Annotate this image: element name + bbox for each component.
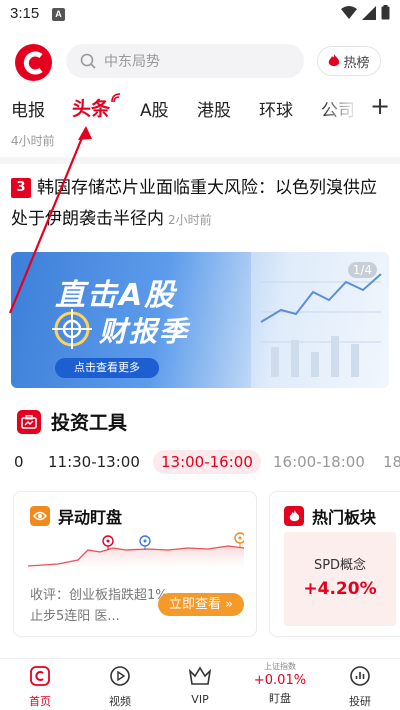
card-title: 热门板块 — [312, 508, 377, 527]
hot-list-label: 热榜 — [343, 55, 370, 71]
hot-list-button[interactable]: 热榜 — [317, 46, 381, 76]
notification-icon: A — [52, 8, 65, 21]
news-item[interactable]: 3 韩国存储芯片业面临重大风险：以色列溴供应处于伊朗袭击半径内 2小时前 — [11, 173, 391, 236]
banner-more-button[interactable]: 点击查看更多 — [55, 358, 159, 378]
nav-vip-label: VIP — [191, 693, 209, 706]
header: 中东局势 热榜 — [0, 40, 400, 84]
index-change: +0.01% — [253, 673, 307, 688]
search-placeholder: 中东局势 — [104, 54, 160, 70]
previous-item-time: 4小时前 — [11, 134, 55, 148]
hot-sectors-card[interactable]: 热门板块 SPD概念 +4.20% — [269, 491, 400, 637]
add-tab-button[interactable]: + — [370, 92, 390, 120]
time-slot[interactable]: 18 — [383, 453, 400, 471]
card-summary: 收评：创业板指跌超1%止步5连阳 医... — [30, 588, 168, 624]
tab-telegraph[interactable]: 电报 — [11, 96, 45, 121]
home-icon — [30, 666, 50, 686]
status-time: 3:15 — [10, 5, 40, 22]
status-bar: 3:15 A — [0, 0, 400, 30]
nav-home[interactable]: 首页 — [10, 665, 70, 709]
nav-research-label: 投研 — [349, 695, 371, 708]
tab-global[interactable]: 环球 — [259, 96, 293, 121]
intraday-line-chart — [28, 532, 244, 574]
tab-headlines[interactable]: 头条 — [72, 94, 110, 121]
nav-watch-label: 盯盘 — [269, 692, 291, 705]
time-slot-tabs: 0 11:30-13:00 13:00-16:00 16:00-18:00 18 — [0, 448, 400, 480]
bottom-navigation: 首页 视频 VIP 上证指数 +0.01% 盯盘 投研 — [0, 658, 400, 710]
card-header: 异动盯盘 — [30, 504, 122, 528]
logo-icon — [23, 51, 43, 74]
play-icon — [110, 666, 130, 686]
sector-change: +4.20% — [303, 579, 377, 599]
divider — [0, 157, 400, 164]
nav-home-label: 首页 — [29, 695, 51, 708]
time-slot[interactable]: 0 — [14, 453, 24, 471]
status-icons — [341, 5, 390, 20]
banner-page-indicator: 1/4 — [347, 262, 377, 278]
rank-badge: 3 — [11, 178, 31, 198]
channel-tabs: 电报 头条 A股 港股 环球 公司 + — [0, 92, 400, 126]
index-name: 上证指数 — [264, 662, 296, 671]
tools-title: 投资工具 — [51, 412, 128, 434]
research-icon — [350, 666, 370, 686]
nav-research[interactable]: 投研 — [330, 665, 390, 709]
time-slot[interactable]: 16:00-18:00 — [273, 453, 365, 471]
eye-icon — [30, 506, 50, 526]
view-now-button[interactable]: 立即查看 » — [158, 593, 244, 616]
signal-wave-icon — [111, 93, 121, 103]
nav-video[interactable]: 视频 — [90, 665, 150, 709]
fire-icon — [329, 54, 340, 66]
fire-icon — [284, 506, 304, 526]
search-icon — [80, 53, 96, 69]
news-time: 2小时前 — [168, 213, 212, 227]
time-slot[interactable]: 11:30-13:00 — [48, 453, 140, 471]
tab-a-shares[interactable]: A股 — [140, 96, 169, 121]
signal-icon — [362, 5, 376, 20]
earnings-season-banner[interactable]: 直击A股 财报季 点击查看更多 1/4 — [11, 252, 389, 388]
nav-watch[interactable]: 上证指数 +0.01% 盯盘 — [250, 661, 310, 706]
battery-icon — [381, 5, 390, 20]
sector-name: SPD概念 — [313, 558, 367, 573]
target-icon — [52, 309, 92, 349]
app-logo[interactable] — [15, 44, 52, 81]
nav-vip[interactable]: VIP — [170, 665, 230, 706]
banner-title-line2: 财报季 — [99, 315, 190, 348]
abnormal-watch-card[interactable]: 异动盯盘 收评：创业板指跌超1%止步5连阳 医... 立即查看 » — [13, 491, 257, 637]
toolbox-icon — [17, 409, 41, 434]
time-slot-active[interactable]: 13:00-16:00 — [153, 450, 261, 474]
card-header: 热门板块 — [284, 504, 376, 528]
tab-fade — [320, 92, 368, 126]
tools-section-header: 投资工具 — [17, 408, 127, 435]
search-bar[interactable]: 中东局势 — [66, 44, 304, 78]
sector-tile[interactable]: SPD概念 +4.20% — [284, 532, 396, 626]
nav-video-label: 视频 — [109, 695, 131, 708]
crown-icon — [188, 666, 212, 685]
tab-hk-stocks[interactable]: 港股 — [197, 96, 231, 121]
card-title: 异动盯盘 — [58, 508, 123, 527]
wifi-icon — [341, 5, 357, 19]
